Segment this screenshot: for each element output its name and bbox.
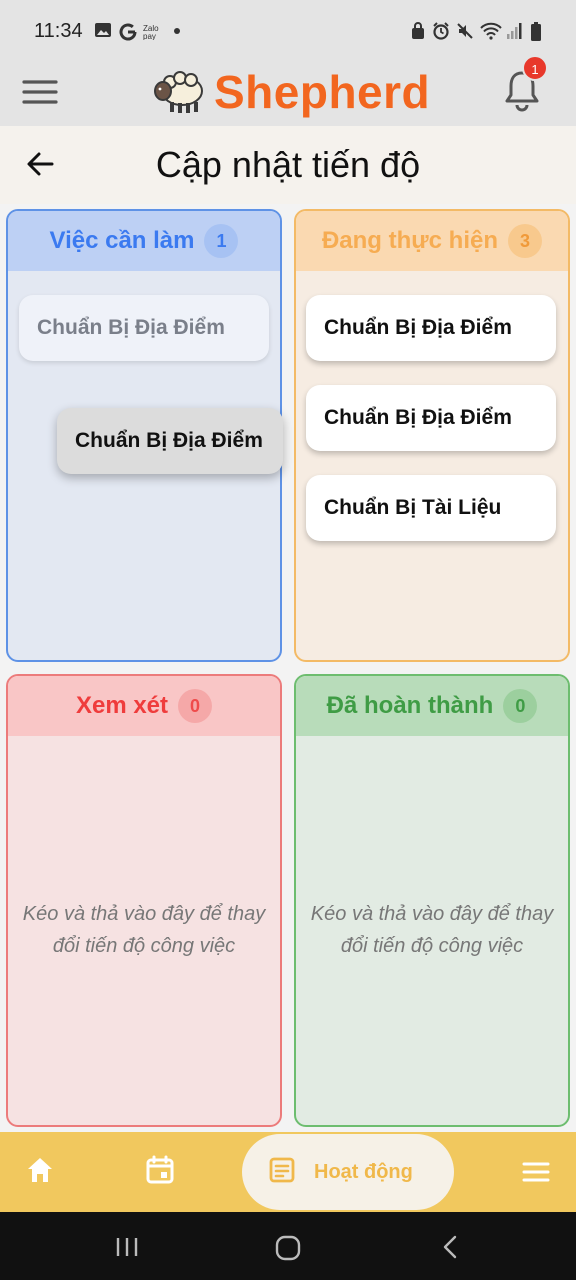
- signal-icon: [506, 22, 522, 40]
- battery-icon: [530, 22, 542, 42]
- lock-icon: [410, 22, 426, 40]
- column-title: Đã hoàn thành: [326, 692, 494, 719]
- back-button-icon[interactable]: [438, 1234, 464, 1265]
- nav-activity-tab[interactable]: Hoạt động: [242, 1134, 454, 1210]
- recent-apps-icon[interactable]: [114, 1234, 140, 1265]
- home-button-icon[interactable]: [274, 1234, 302, 1267]
- calendar-icon[interactable]: [144, 1154, 176, 1186]
- task-card[interactable]: Chuẩn Bị Địa Điểm: [306, 295, 556, 361]
- column-count-badge: 3: [508, 224, 543, 258]
- page-header: Cập nhật tiến độ: [0, 126, 576, 204]
- google-icon: [118, 22, 138, 42]
- gallery-icon: [94, 22, 112, 38]
- status-bar: 11:34 Zalo pay: [0, 0, 576, 60]
- column-review[interactable]: Xem xét 0 Kéo và thả vào đây để thay đổi…: [6, 674, 282, 1127]
- dragging-task-card[interactable]: Chuẩn Bị Địa Điểm: [57, 408, 283, 474]
- hamburger-menu-icon[interactable]: [22, 74, 58, 110]
- notification-badge: 1: [522, 55, 548, 81]
- column-header: Việc cần làm 1: [8, 211, 280, 271]
- column-title: Việc cần làm: [49, 227, 195, 254]
- app-bar: Shepherd: [0, 60, 576, 126]
- column-count-badge: 0: [178, 689, 213, 723]
- activity-icon: [268, 1156, 296, 1189]
- nav-activity-label: Hoạt động: [314, 1160, 413, 1183]
- home-icon[interactable]: [24, 1154, 56, 1186]
- status-time: 11:34: [34, 20, 83, 42]
- empty-drop-hint: Kéo và thả vào đây để thay đổi tiến độ c…: [22, 903, 266, 957]
- column-title: Xem xét: [75, 692, 169, 719]
- alarm-icon: [432, 22, 450, 40]
- task-card[interactable]: Chuẩn Bị Tài Liệu: [306, 475, 556, 541]
- column-title: Đang thực hiện: [321, 227, 499, 254]
- bottom-nav: Hoạt động: [0, 1132, 576, 1212]
- page-title: Cập nhật tiến độ: [155, 144, 421, 185]
- menu-icon[interactable]: [520, 1156, 552, 1188]
- column-header: Xem xét 0: [8, 676, 280, 736]
- dot-icon: [174, 28, 180, 34]
- task-card[interactable]: Chuẩn Bị Địa Điểm: [306, 385, 556, 451]
- wifi-icon: [480, 22, 502, 40]
- column-count-badge: 0: [503, 689, 538, 723]
- column-in-progress[interactable]: Đang thực hiện 3 Chuẩn Bị Địa Điểm Chuẩn…: [294, 209, 570, 662]
- sheep-logo-icon: [152, 65, 206, 120]
- system-nav-bar: [0, 1212, 576, 1280]
- column-header: Đang thực hiện 3: [296, 211, 568, 271]
- column-done[interactable]: Đã hoàn thành 0 Kéo và thả vào đây để th…: [294, 674, 570, 1127]
- brand: Shepherd: [152, 62, 430, 122]
- svg-text:pay: pay: [143, 32, 156, 40]
- zalopay-icon: Zalo pay: [143, 24, 167, 40]
- task-card[interactable]: Chuẩn Bị Địa Điểm: [19, 295, 269, 361]
- column-header: Đã hoàn thành 0: [296, 676, 568, 736]
- empty-drop-hint: Kéo và thả vào đây để thay đổi tiến độ c…: [310, 903, 554, 957]
- mute-icon: [456, 22, 474, 40]
- column-count-badge: 1: [204, 224, 239, 258]
- brand-title: Shepherd: [214, 66, 431, 118]
